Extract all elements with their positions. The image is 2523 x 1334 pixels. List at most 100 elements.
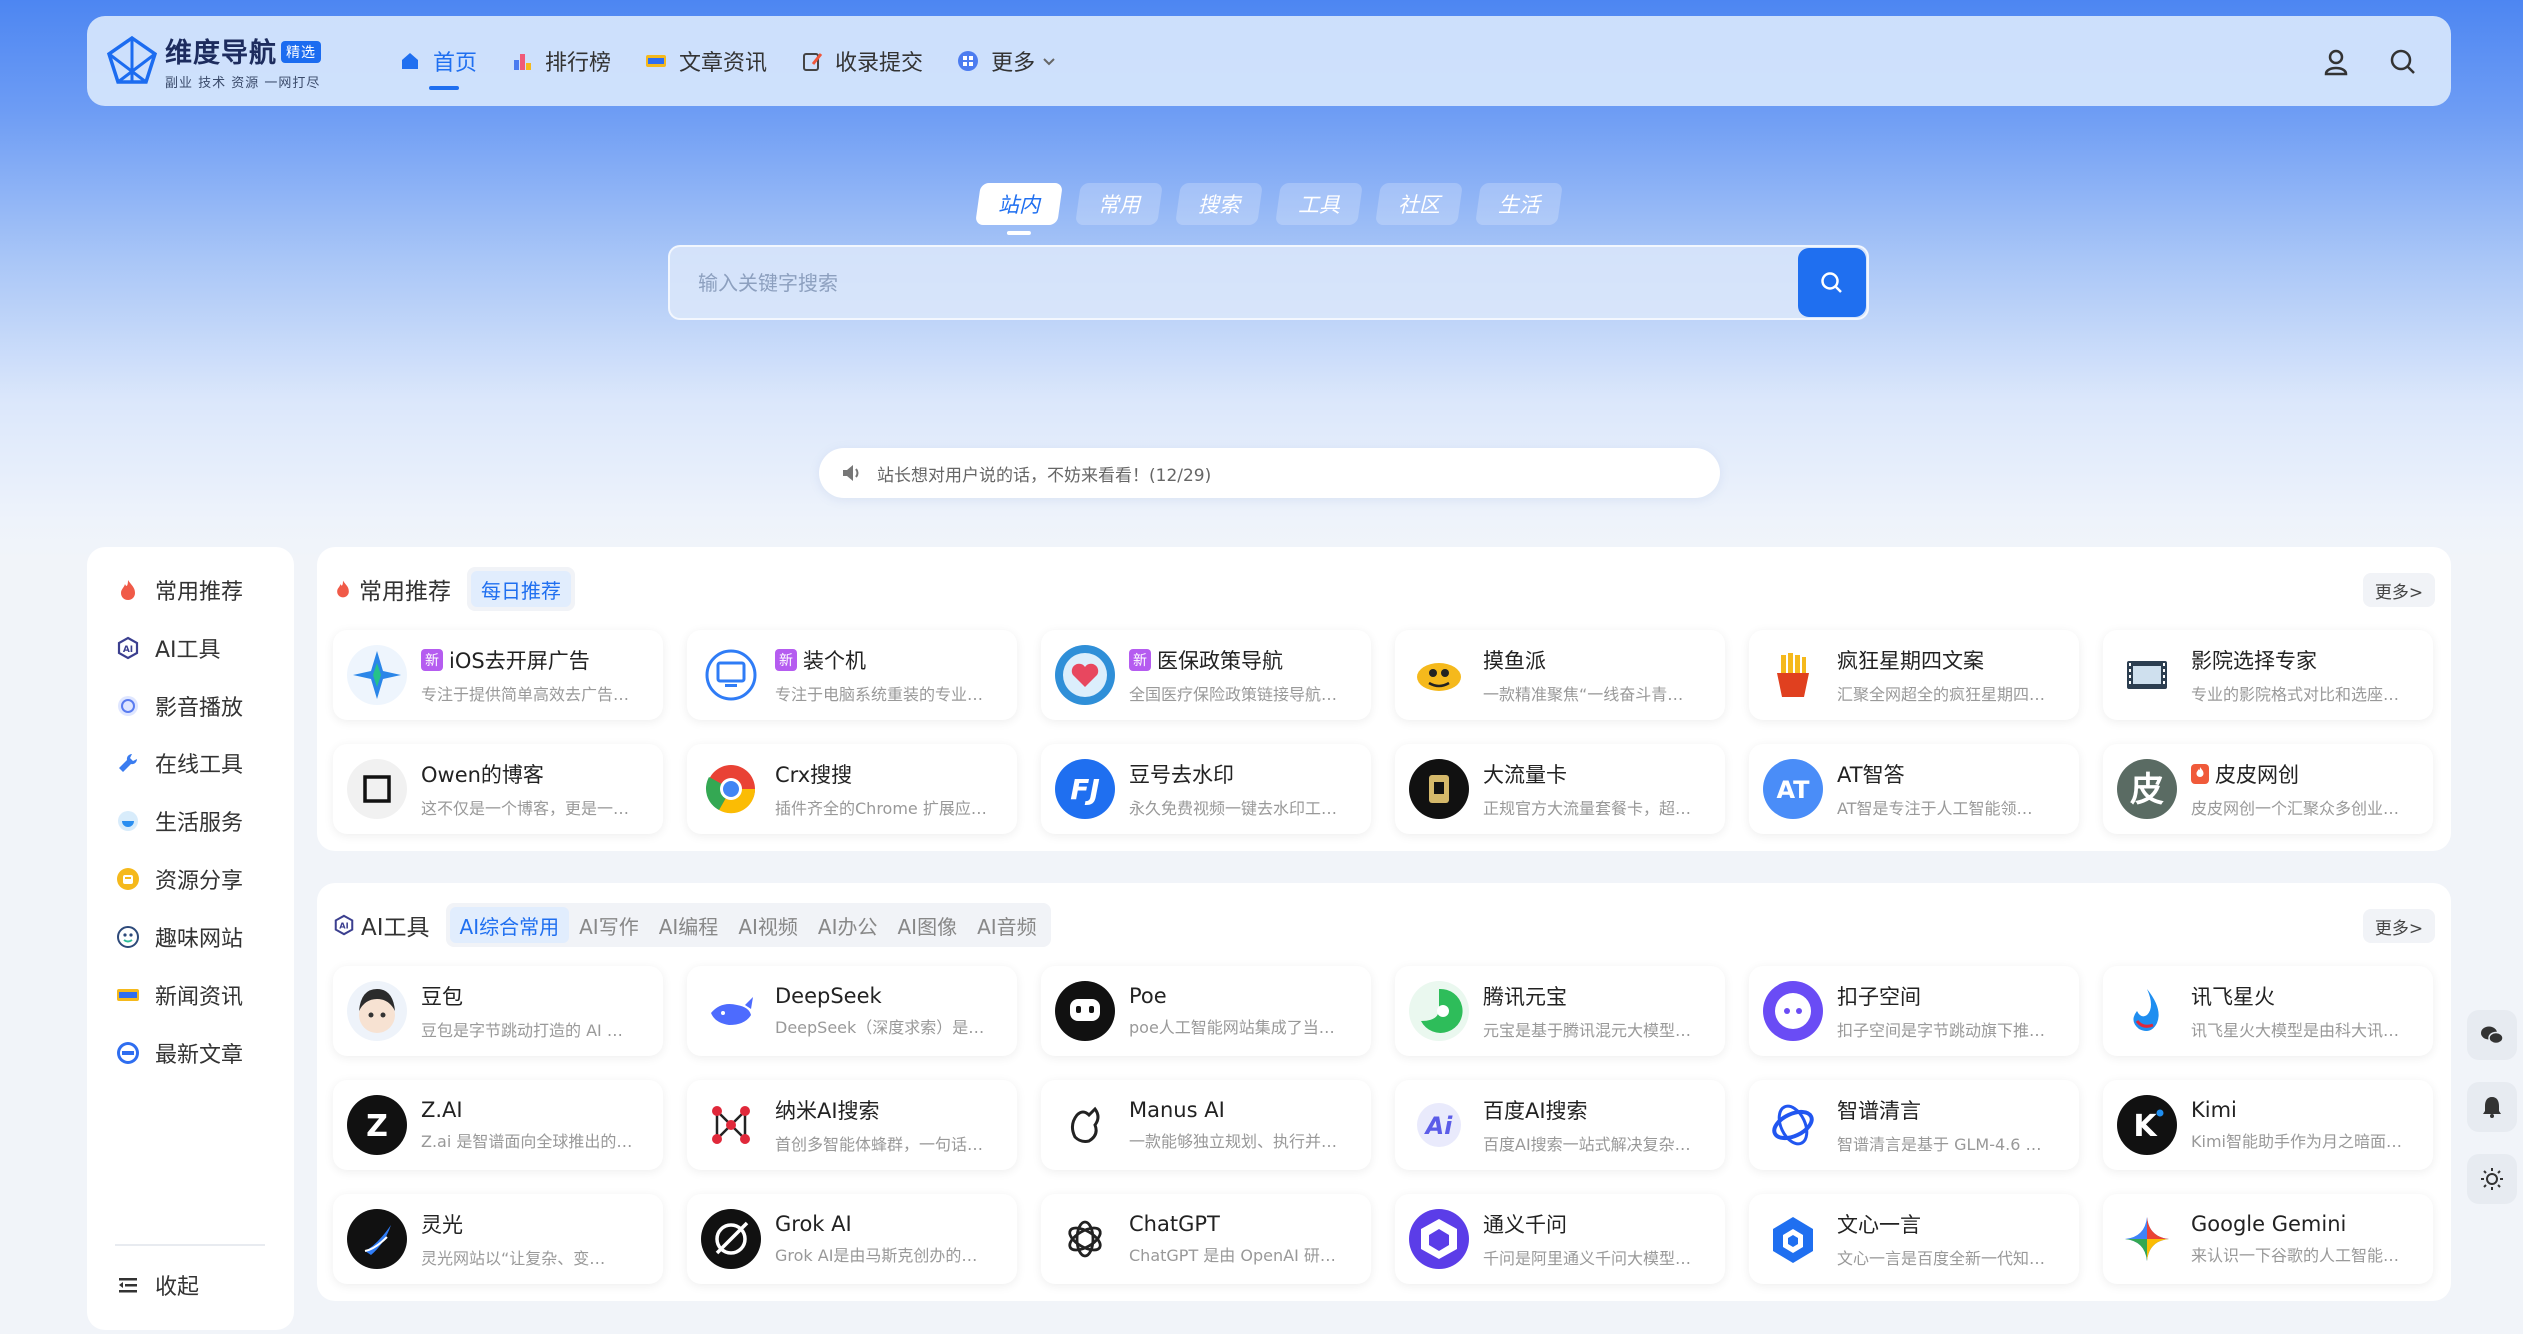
search-input[interactable]	[698, 247, 1738, 318]
ai_tools-card[interactable]: Z Z.AI Z.ai 是智谱面向全球推出的…	[333, 1080, 663, 1170]
yuanbao-icon	[1409, 981, 1469, 1041]
card-description: 元宝是基于腾讯混元大模型…	[1483, 1021, 1692, 1040]
search-button[interactable]	[2387, 46, 2419, 78]
tab-ai-coding[interactable]: AI编程	[649, 907, 729, 943]
tab-ai-writing[interactable]: AI写作	[569, 907, 649, 943]
card-title: 灵光	[421, 1213, 463, 1237]
ai-tools-grid: 豆包 豆包是字节跳动打造的 AI … DeepSeek DeepSeek（深度求索）是…	[333, 966, 2433, 1284]
tab-ai-general[interactable]: AI综合常用	[449, 907, 570, 943]
search-tab-tools[interactable]: 工具	[1275, 183, 1363, 225]
whale-icon	[701, 981, 761, 1041]
card-description: Kimi智能助手作为月之暗面…	[2191, 1132, 2402, 1151]
ai_tools-card[interactable]: Ai 百度AI搜索 百度AI搜索一站式解决复杂…	[1395, 1080, 1725, 1170]
card-title: 纳米AI搜索	[775, 1099, 880, 1123]
new-badge: 新	[1129, 649, 1151, 671]
site-logo[interactable]: 维度导航 精选 副业 技术 资源 一网打尽	[105, 30, 345, 92]
sidebar-item-resources[interactable]: 资源分享	[115, 859, 243, 899]
card-title: AT智答	[1837, 763, 1905, 787]
search-tab-site[interactable]: 站内	[975, 183, 1063, 225]
doubao-icon	[347, 981, 407, 1041]
ai_tools-card[interactable]: Poe poe人工智能网站集成了当…	[1041, 966, 1371, 1056]
life-icon	[118, 811, 138, 831]
recommended-card[interactable]: 疯狂星期四文案 汇聚全网超全的疯狂星期四…	[1749, 630, 2079, 720]
card-title: 扣子空间	[1837, 985, 1921, 1009]
user-button[interactable]	[2320, 46, 2352, 78]
sidebar-item-online-tools[interactable]: 在线工具	[115, 743, 243, 783]
bell-icon	[2483, 1097, 2501, 1118]
manus-icon	[1055, 1095, 1115, 1155]
ai_tools-card[interactable]: 文心一言 文心一言是百度全新一代知…	[1749, 1194, 2079, 1284]
ai_tools-card[interactable]: Manus AI 一款能够独立规划、执行并…	[1041, 1080, 1371, 1170]
notice-bar[interactable]: 站长想对用户说的话，不妨来看看！(12/29)	[819, 448, 1720, 498]
ai_tools-card[interactable]: 腾讯元宝 元宝是基于腾讯混元大模型…	[1395, 966, 1725, 1056]
sidebar-item-ai-tools[interactable]: AI AI工具	[115, 628, 221, 668]
search-icon	[2390, 49, 2415, 74]
sidebar-item-news[interactable]: 新闻资讯	[115, 975, 243, 1015]
search-tab-common[interactable]: 常用	[1075, 183, 1163, 225]
recommended-card[interactable]: 新装个机 专注于电脑系统重装的专业…	[687, 630, 1017, 720]
ai_tools-card[interactable]: Grok AI Grok AI是由马斯克创办的…	[687, 1194, 1017, 1284]
nav-ranking[interactable]: 排行榜	[511, 16, 611, 106]
card-description: 专注于电脑系统重装的专业…	[775, 685, 984, 704]
ai_tools-card[interactable]: 豆包 豆包是字节跳动打造的 AI …	[333, 966, 663, 1056]
ai_tools-card[interactable]: 通义千问 千问是阿里通义千问大模型…	[1395, 1194, 1725, 1284]
ai_tools-card[interactable]: 扣子空间 扣子空间是字节跳动旗下推…	[1749, 966, 2079, 1056]
search-tab-life[interactable]: 生活	[1475, 183, 1563, 225]
ai_tools-card[interactable]: 灵光 灵光网站以“让复杂、变…	[333, 1194, 663, 1284]
sidebar-item-recommended[interactable]: 常用推荐	[115, 570, 243, 610]
lingguang-icon	[347, 1209, 407, 1269]
sidebar-item-fun[interactable]: 趣味网站	[115, 917, 243, 957]
ai_tools-card[interactable]: Google Gemini 来认识一下谷歌的人工智能…	[2103, 1194, 2433, 1284]
nav-news[interactable]: 文章资讯	[645, 16, 767, 106]
ai_tools-card[interactable]: ChatGPT ChatGPT 是由 OpenAI 研…	[1041, 1194, 1371, 1284]
more-icon	[958, 51, 979, 71]
ai_tools-card[interactable]: K Kimi Kimi智能助手作为月之暗面…	[2103, 1080, 2433, 1170]
tab-ai-image[interactable]: AI图像	[888, 907, 968, 943]
search-tab-community[interactable]: 社区	[1375, 183, 1463, 225]
search-submit-button[interactable]	[1798, 248, 1866, 317]
ai_tools-card[interactable]: 纳米AI搜索 首创多智能体蜂群，一句话…	[687, 1080, 1017, 1170]
tab-ai-video[interactable]: AI视频	[728, 907, 808, 943]
recommended-card[interactable]: AT AT智答 AT智是专注于人工智能领…	[1749, 744, 2079, 834]
tab-ai-audio[interactable]: AI音频	[967, 907, 1047, 943]
tab-ai-office[interactable]: AI办公	[808, 907, 888, 943]
sidebar: 常用推荐 AI AI工具 影音播放 在线工具 生活服务 资源分享 趣味网站 新闻…	[87, 547, 294, 1330]
search-tab-search[interactable]: 搜索	[1175, 183, 1263, 225]
fj-icon: FJ	[1055, 759, 1115, 819]
nav-home[interactable]: 首页	[399, 16, 477, 106]
ai_tools-card[interactable]: DeepSeek DeepSeek（深度求索）是…	[687, 966, 1017, 1056]
svg-text:FJ: FJ	[1070, 773, 1100, 806]
recommended-card[interactable]: FJ 豆号去水印 永久免费视频一键去水印工…	[1041, 744, 1371, 834]
card-description: 一款精准聚焦“一线奋斗青…	[1483, 685, 1684, 704]
sidebar-collapse-button[interactable]: 收起	[115, 1265, 199, 1305]
card-title: 文心一言	[1837, 1213, 1921, 1237]
zhipu-icon	[1763, 1095, 1823, 1155]
nav-more[interactable]: 更多	[957, 16, 1057, 106]
tab-daily-recommend[interactable]: 每日推荐	[471, 571, 571, 607]
recommended-card[interactable]: 大流量卡 正规官方大流量套餐卡，超…	[1395, 744, 1725, 834]
card-title: DeepSeek	[775, 984, 882, 1008]
recommended-card[interactable]: Crx搜搜 插件齐全的Chrome 扩展应…	[687, 744, 1017, 834]
recommended-card[interactable]: 摸鱼派 一款精准聚焦“一线奋斗青…	[1395, 630, 1725, 720]
theme-toggle-button[interactable]	[2467, 1154, 2517, 1204]
ai_tools-card[interactable]: 讯飞星火 讯飞星火大模型是由科大讯…	[2103, 966, 2433, 1056]
sidebar-item-life[interactable]: 生活服务	[115, 801, 243, 841]
recommended-card[interactable]: 皮皮皮网创 皮皮网创一个汇聚众多创业…	[2103, 744, 2433, 834]
nav-submit[interactable]: 收录提交	[801, 16, 923, 106]
recommended-card[interactable]: 新 iOS去开屏广告 专注于提供简单高效去广告…	[333, 630, 663, 720]
sidebar-item-latest-articles[interactable]: 最新文章	[115, 1033, 243, 1073]
recommended-card[interactable]: 影院选择专家 专业的影院格式对比和选座…	[2103, 630, 2433, 720]
recommended-card[interactable]: Owen的博客 这不仅是一个博客，更是一…	[333, 744, 663, 834]
recommended-more-button[interactable]: 更多>	[2363, 573, 2435, 607]
recommended-card[interactable]: 新医保政策导航 全国医疗保险政策链接导航…	[1041, 630, 1371, 720]
svg-text:Z: Z	[366, 1109, 388, 1144]
ai_tools-card[interactable]: 智谱清言 智谱清言是基于 GLM-4.6 …	[1749, 1080, 2079, 1170]
sidebar-item-media[interactable]: 影音播放	[115, 686, 243, 726]
gemini-icon	[2117, 1209, 2177, 1269]
ai-tools-more-button[interactable]: 更多>	[2363, 909, 2435, 943]
kimi-icon: K	[2117, 1095, 2177, 1155]
user-icon	[2324, 49, 2348, 76]
notification-button[interactable]	[2467, 1082, 2517, 1132]
search-box	[668, 245, 1869, 320]
wechat-button[interactable]	[2467, 1010, 2517, 1060]
